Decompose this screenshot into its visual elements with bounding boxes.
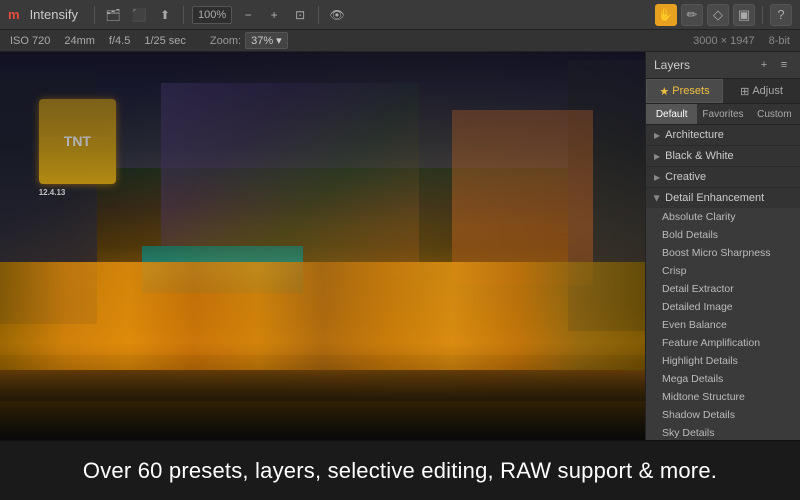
eye-icon[interactable]: 👁 — [327, 5, 347, 25]
category-black-white-header[interactable]: ▶ Black & White — [646, 146, 800, 166]
panel-menu-button[interactable]: ≡ — [776, 57, 792, 73]
main-area: TNT 12.4.13 — [0, 52, 800, 440]
metabar: ISO 720 24mm f/4.5 1/25 sec Zoom: 37% ▾ … — [0, 30, 800, 52]
preset-detailed-image[interactable]: Detailed Image — [646, 298, 800, 316]
preset-bold-details[interactable]: Bold Details — [646, 226, 800, 244]
app-name: Intensify — [30, 7, 78, 22]
category-detail-label: Detail Enhancement — [665, 192, 764, 204]
photo-background: TNT 12.4.13 — [0, 52, 645, 440]
preset-mega-details[interactable]: Mega Details — [646, 370, 800, 388]
chevron-icon: ▶ — [654, 152, 660, 161]
sep-2 — [183, 6, 184, 24]
tab-presets[interactable]: ★ Presets — [646, 79, 723, 103]
zoom-control: Zoom: 37% ▾ — [210, 32, 288, 49]
compare-icon[interactable]: ▣ — [733, 4, 755, 26]
caption-bar: Over 60 presets, layers, selective editi… — [0, 440, 800, 500]
preset-shadow-details[interactable]: Shadow Details — [646, 406, 800, 424]
category-black-white-label: Black & White — [665, 150, 733, 162]
share-icon[interactable]: ⬆ — [155, 5, 175, 25]
category-architecture-header[interactable]: ▶ Architecture — [646, 125, 800, 145]
category-detail-header[interactable]: ▶ Detail Enhancement — [646, 188, 800, 208]
import-icon[interactable]: ⬛ — [129, 5, 149, 25]
shutter-speed: 1/25 sec — [144, 35, 186, 47]
preset-crisp[interactable]: Crisp — [646, 262, 800, 280]
zoom-percent: 100% — [192, 6, 232, 24]
photo-overlay — [0, 52, 645, 440]
subtab-default[interactable]: Default — [646, 104, 697, 124]
preset-feature-amplification[interactable]: Feature Amplification — [646, 334, 800, 352]
caption-text: Over 60 presets, layers, selective editi… — [83, 458, 717, 484]
app-logo: m — [8, 7, 20, 22]
sep-1 — [94, 6, 95, 24]
chevron-open-icon: ▶ — [653, 195, 662, 201]
preset-even-balance[interactable]: Even Balance — [646, 316, 800, 334]
panel-header: Layers + ≡ — [646, 52, 800, 79]
category-architecture: ▶ Architecture — [646, 125, 800, 146]
sep-4 — [762, 6, 763, 24]
bit-depth: 8-bit — [769, 35, 790, 47]
zoom-value[interactable]: 37% ▾ — [245, 32, 288, 49]
preset-boost-micro[interactable]: Boost Micro Sharpness — [646, 244, 800, 262]
photo-area: TNT 12.4.13 — [0, 52, 645, 440]
aperture-value: f/4.5 — [109, 35, 130, 47]
preset-absolute-clarity[interactable]: Absolute Clarity — [646, 208, 800, 226]
panel-actions: + ≡ — [756, 57, 792, 73]
tab-presets-label: Presets — [672, 85, 709, 97]
zoom-label: Zoom: — [210, 35, 241, 47]
photo-canvas: TNT 12.4.13 — [0, 52, 645, 440]
category-creative-label: Creative — [665, 171, 706, 183]
tab-adjust-label: Adjust — [752, 85, 783, 97]
adjust-icon: ⊞ — [740, 85, 749, 98]
preset-detail-extractor[interactable]: Detail Extractor — [646, 280, 800, 298]
pen-icon[interactable]: ✏ — [681, 4, 703, 26]
subtab-bar: Default Favorites Custom — [646, 104, 800, 125]
category-creative: ▶ Creative — [646, 167, 800, 188]
category-creative-header[interactable]: ▶ Creative — [646, 167, 800, 187]
subtab-favorites[interactable]: Favorites — [697, 104, 748, 124]
chevron-icon: ▶ — [654, 131, 660, 140]
zoom-in-icon[interactable]: + — [264, 5, 284, 25]
preset-sky-details[interactable]: Sky Details — [646, 424, 800, 440]
folder-icon[interactable]: 🗂 — [103, 5, 123, 25]
tab-adjust[interactable]: ⊞ Adjust — [723, 79, 800, 103]
panel-title: Layers — [654, 58, 690, 72]
subtab-custom[interactable]: Custom — [749, 104, 800, 124]
detail-items: Absolute Clarity Bold Details Boost Micr… — [646, 208, 800, 440]
preset-midtone-structure[interactable]: Midtone Structure — [646, 388, 800, 406]
fit-icon[interactable]: ⊡ — [290, 5, 310, 25]
add-layer-button[interactable]: + — [756, 57, 772, 73]
focal-length: 24mm — [64, 35, 95, 47]
help-icon[interactable]: ? — [770, 4, 792, 26]
right-panel: Layers + ≡ ★ Presets ⊞ Adjust Default Fa… — [645, 52, 800, 440]
preset-list: ▶ Architecture ▶ Black & White ▶ Creativ… — [646, 125, 800, 440]
sep-3 — [318, 6, 319, 24]
zoom-out-icon[interactable]: − — [238, 5, 258, 25]
hand-icon[interactable]: ✋ — [655, 4, 677, 26]
right-icons: ✋ ✏ ◇ ▣ ? — [655, 4, 792, 26]
category-architecture-label: Architecture — [665, 129, 724, 141]
image-dimensions: 3000 × 1947 — [693, 35, 754, 47]
iso-value: ISO 720 — [10, 35, 50, 47]
tab-bar: ★ Presets ⊞ Adjust — [646, 79, 800, 104]
chevron-icon: ▶ — [654, 173, 660, 182]
category-detail-enhancement: ▶ Detail Enhancement Absolute Clarity Bo… — [646, 188, 800, 440]
category-black-white: ▶ Black & White — [646, 146, 800, 167]
preset-highlight-details[interactable]: Highlight Details — [646, 352, 800, 370]
toolbar: m Intensify 🗂 ⬛ ⬆ 100% − + ⊡ 👁 ✋ ✏ ◇ ▣ ? — [0, 0, 800, 30]
brush-icon[interactable]: ◇ — [707, 4, 729, 26]
star-icon: ★ — [659, 85, 669, 98]
